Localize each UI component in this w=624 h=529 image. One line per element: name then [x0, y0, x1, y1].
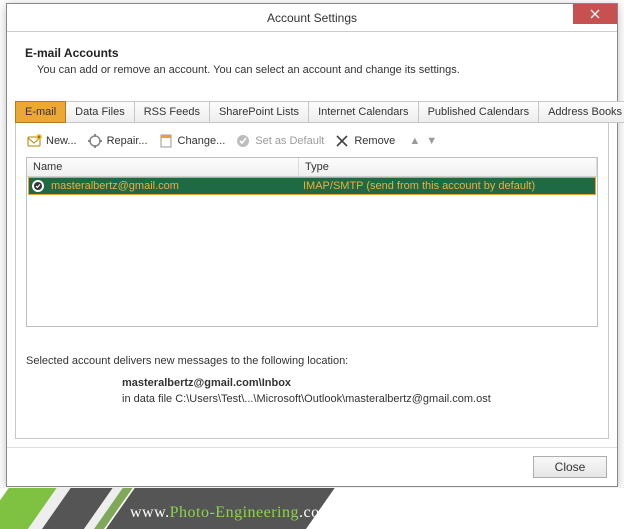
new-icon: [26, 133, 42, 149]
table-row[interactable]: masteralbertz@gmail.com IMAP/SMTP (send …: [28, 177, 596, 195]
set-default-button: Set as Default: [235, 133, 324, 149]
watermark-suffix: .com: [299, 504, 333, 521]
check-icon: [32, 180, 44, 192]
watermark: www.Photo-Engineering.com: [0, 487, 624, 529]
close-button[interactable]: Close: [533, 456, 607, 478]
info-line1: Selected account delivers new messages t…: [26, 355, 598, 367]
repair-label: Repair...: [107, 135, 148, 147]
move-down-icon: ▼: [426, 135, 437, 147]
account-settings-dialog: Account Settings E-mail Accounts You can…: [6, 3, 618, 487]
titlebar: Account Settings: [7, 4, 617, 32]
dialog-footer: Close: [7, 447, 617, 486]
header-type[interactable]: Type: [299, 158, 597, 176]
info-location: masteralbertz@gmail.com\Inbox: [26, 377, 598, 389]
default-badge: [29, 180, 47, 192]
watermark-main: Photo-Engineering: [170, 504, 299, 521]
watermark-prefix: www.: [130, 504, 170, 521]
delivery-info: Selected account delivers new messages t…: [26, 355, 598, 405]
tab-internet-calendars[interactable]: Internet Calendars: [308, 101, 419, 123]
accounts-table: Name Type masteralbertz@gmail.com IMAP/S…: [26, 157, 598, 327]
move-arrows: ▲ ▼: [409, 135, 437, 147]
change-icon: [158, 133, 174, 149]
set-default-icon: [235, 133, 251, 149]
row-type: IMAP/SMTP (send from this account by def…: [299, 180, 595, 192]
tab-data-files[interactable]: Data Files: [65, 101, 135, 123]
dialog-title: Account Settings: [267, 11, 357, 25]
new-button[interactable]: New...: [26, 133, 77, 149]
info-datafile: in data file C:\Users\Test\...\Microsoft…: [26, 393, 598, 405]
move-up-icon: ▲: [409, 135, 420, 147]
window-close-button[interactable]: [573, 4, 617, 24]
watermark-text: www.Photo-Engineering.com: [130, 504, 333, 522]
repair-icon: [87, 133, 103, 149]
header-section: E-mail Accounts You can add or remove an…: [7, 32, 617, 86]
table-header: Name Type: [27, 158, 597, 177]
close-icon: [590, 9, 600, 19]
set-default-label: Set as Default: [255, 135, 324, 147]
info-location-bold: masteralbertz@gmail.com\Inbox: [122, 377, 291, 389]
tab-sharepoint-lists[interactable]: SharePoint Lists: [209, 101, 309, 123]
header-subtitle: You can add or remove an account. You ca…: [25, 64, 599, 76]
tab-email[interactable]: E-mail: [15, 101, 66, 123]
header-title: E-mail Accounts: [25, 46, 599, 60]
remove-icon: [334, 133, 350, 149]
tab-published-calendars[interactable]: Published Calendars: [418, 101, 540, 123]
tab-strip: E-mail Data Files RSS Feeds SharePoint L…: [15, 100, 609, 122]
row-name: masteralbertz@gmail.com: [47, 180, 299, 192]
remove-button[interactable]: Remove: [334, 133, 395, 149]
new-label: New...: [46, 135, 77, 147]
tab-panel-email: New... Repair... Change... Set as Defaul…: [15, 122, 609, 439]
tab-address-books[interactable]: Address Books: [538, 101, 624, 123]
watermark-stripes: [0, 487, 340, 529]
toolbar: New... Repair... Change... Set as Defaul…: [26, 131, 598, 157]
header-name[interactable]: Name: [27, 158, 299, 176]
change-button[interactable]: Change...: [158, 133, 226, 149]
change-label: Change...: [178, 135, 226, 147]
tab-rss-feeds[interactable]: RSS Feeds: [134, 101, 210, 123]
repair-button[interactable]: Repair...: [87, 133, 148, 149]
remove-label: Remove: [354, 135, 395, 147]
